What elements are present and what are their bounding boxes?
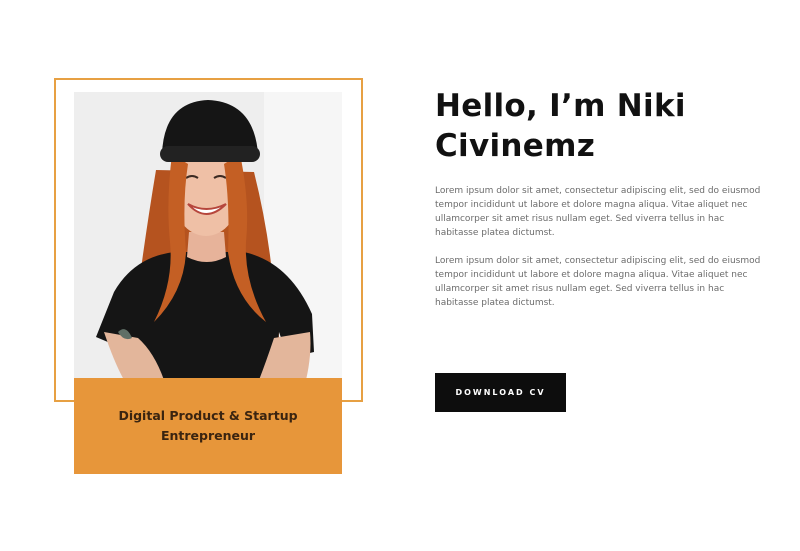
intro-paragraph-1: Lorem ipsum dolor sit amet, consectetur …	[435, 186, 761, 238]
caption-box: Digital Product & Startup Entrepreneur	[74, 378, 342, 474]
profile-photo	[74, 92, 342, 380]
profile-caption: Digital Product & Startup Entrepreneur	[118, 408, 298, 443]
download-cv-button[interactable]: DOWNLOAD CV	[435, 373, 566, 412]
intro-heading: Hello, I’m Niki Civinemz	[435, 88, 686, 164]
about-section: Digital Product & Startup Entrepreneur H…	[0, 0, 800, 551]
intro-paragraph-2: Lorem ipsum dolor sit amet, consectetur …	[435, 256, 761, 308]
